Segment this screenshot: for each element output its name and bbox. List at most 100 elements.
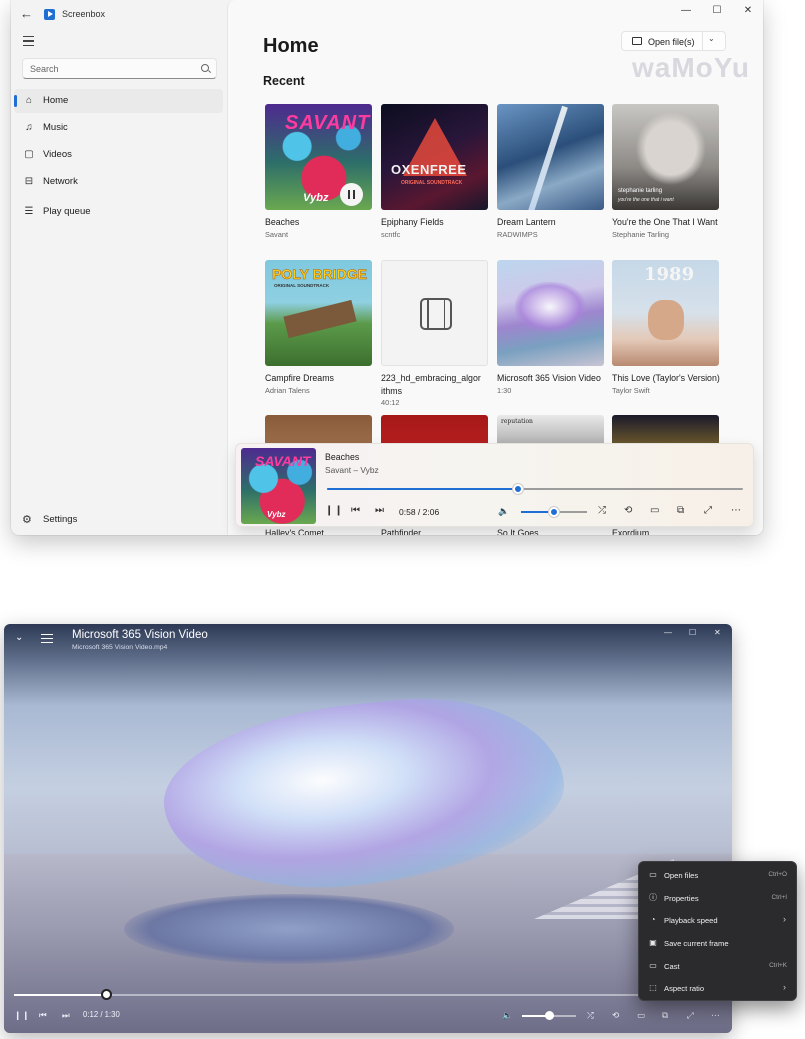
menu-item-label: Save current frame bbox=[664, 939, 729, 949]
album-art bbox=[497, 104, 604, 210]
menu-item-properties[interactable]: ⓘ Properties Ctrl+I bbox=[639, 887, 796, 910]
shuffle-icon[interactable]: ⤮ bbox=[598, 505, 606, 517]
tile-subtitle: 1:30 bbox=[497, 385, 512, 395]
album-art: SAVANT Vybz bbox=[265, 104, 372, 210]
chevron-right-icon: › bbox=[783, 982, 786, 993]
media-tile[interactable]: POLY BRIDGE ORIGINAL SOUNDTRACK Campfire… bbox=[265, 260, 373, 396]
shuffle-icon[interactable]: ⤮ bbox=[587, 1010, 594, 1021]
art-sub-text: ORIGINAL SOUNDTRACK bbox=[401, 180, 463, 186]
sidebar-item-network[interactable]: ⊟ Network bbox=[14, 170, 223, 194]
media-tile[interactable]: 1989 This Love (Taylor's Version) Taylor… bbox=[612, 260, 720, 396]
menu-item-open-files[interactable]: ▭ Open files Ctrl+O bbox=[639, 864, 796, 887]
pause-overlay-icon[interactable] bbox=[340, 183, 363, 206]
seek-bar[interactable] bbox=[327, 484, 743, 494]
now-playing-title: Beaches bbox=[325, 452, 360, 462]
miniplayer-icon[interactable]: ▭ bbox=[650, 505, 659, 517]
art-logo-text: SAVANT bbox=[285, 112, 371, 134]
video-thumbnail bbox=[497, 260, 604, 366]
chevron-down-icon[interactable]: ⌄ bbox=[15, 632, 23, 643]
album-art: stephanie tarling you're the one that i … bbox=[612, 104, 719, 210]
sidebar-item-play-queue[interactable]: ☰ Play queue bbox=[14, 200, 223, 224]
video-playback-time: 0:12 / 1:30 bbox=[83, 1010, 120, 1019]
minimize-icon[interactable]: — bbox=[664, 628, 672, 637]
fullscreen-icon[interactable]: ⤢ bbox=[704, 505, 712, 517]
repeat-off-icon[interactable]: ⟲ bbox=[624, 505, 632, 517]
close-icon[interactable]: ✕ bbox=[714, 628, 721, 637]
art-logo-text: Vybz bbox=[303, 192, 329, 204]
screenbox-window: ← Screenbox ⌂ Home ♫ Music ▢ Videos ⊟ Ne… bbox=[11, 0, 763, 535]
back-arrow-icon[interactable]: ← bbox=[20, 6, 36, 22]
video-volume-slider[interactable] bbox=[522, 1011, 576, 1020]
tile-title: Pathfinder bbox=[381, 528, 422, 535]
more-options-icon[interactable]: ⋯ bbox=[731, 505, 741, 517]
media-tile[interactable]: stephanie tarling you're the one that i … bbox=[612, 104, 720, 240]
compact-overlay-icon[interactable]: ⧉ bbox=[677, 505, 684, 517]
video-filename: Microsoft 365 Vision Video.mp4 bbox=[72, 644, 168, 651]
cast-icon: ▭ bbox=[649, 960, 657, 970]
video-placeholder bbox=[381, 260, 488, 366]
now-playing-art[interactable]: SAVANT Vybz bbox=[241, 448, 316, 524]
playlist-icon[interactable] bbox=[41, 634, 53, 646]
pause-icon[interactable]: ❙❙ bbox=[325, 505, 344, 517]
maximize-icon[interactable]: ☐ bbox=[689, 628, 696, 637]
more-options-icon[interactable]: ⋯ bbox=[711, 1010, 720, 1021]
menu-item-save-frame[interactable]: ▣ Save current frame bbox=[639, 932, 796, 955]
tile-subtitle: 40:12 bbox=[381, 398, 400, 407]
menu-item-cast[interactable]: ▭ Cast Ctrl+K bbox=[639, 955, 796, 978]
menu-item-label: Aspect ratio bbox=[664, 984, 705, 994]
fullscreen-icon[interactable]: ⤢ bbox=[687, 1010, 694, 1021]
media-tile[interactable]: 223_hd_embracing_algorithms 40:12 bbox=[381, 260, 489, 408]
video-seek-bar[interactable] bbox=[14, 989, 722, 1000]
compact-overlay-icon[interactable]: ⧉ bbox=[662, 1010, 668, 1021]
search-icon[interactable] bbox=[201, 64, 209, 72]
media-tile[interactable]: Dream Lantern RADWIMPS bbox=[497, 104, 605, 240]
close-icon[interactable]: ✕ bbox=[733, 3, 763, 19]
open-files-button[interactable]: Open file(s) ⌄ bbox=[621, 31, 726, 51]
volume-slider[interactable] bbox=[521, 507, 587, 517]
chevron-down-icon[interactable]: ⌄ bbox=[708, 34, 715, 43]
volume-icon[interactable]: 🔈 bbox=[498, 505, 509, 517]
video-icon: ▢ bbox=[24, 149, 34, 160]
sidebar-item-music[interactable]: ♫ Music bbox=[14, 116, 223, 140]
menu-item-playback-speed[interactable]: ◔ Playback speed › bbox=[639, 909, 796, 932]
video-volume-thumb[interactable] bbox=[545, 1011, 554, 1020]
sidebar-item-home[interactable]: ⌂ Home bbox=[14, 89, 223, 113]
art-sub-text: you're the one that i want bbox=[618, 197, 674, 203]
hamburger-menu-icon[interactable] bbox=[23, 36, 34, 49]
next-icon[interactable]: ⏭ bbox=[375, 505, 384, 517]
volume-thumb[interactable] bbox=[549, 507, 559, 517]
repeat-off-icon[interactable]: ⟲ bbox=[612, 1010, 619, 1021]
volume-icon[interactable]: 🔈 bbox=[502, 1010, 513, 1021]
miniplayer-icon[interactable]: ▭ bbox=[637, 1010, 645, 1021]
media-tile[interactable]: Microsoft 365 Vision Video 1:30 bbox=[497, 260, 605, 396]
menu-item-accelerator: Ctrl+O bbox=[768, 871, 787, 878]
art-logo-text: 1989 bbox=[644, 264, 695, 285]
tile-title: You're the One That I Want bbox=[612, 217, 718, 227]
folder-icon: ▭ bbox=[649, 870, 657, 879]
search-input[interactable] bbox=[23, 59, 183, 79]
gear-icon: ⚙ bbox=[22, 514, 32, 526]
sidebar-item-videos[interactable]: ▢ Videos bbox=[14, 143, 223, 167]
maximize-icon[interactable]: ☐ bbox=[702, 3, 732, 19]
minimize-icon[interactable]: — bbox=[671, 3, 701, 19]
comet-streak bbox=[528, 105, 568, 210]
art-logo-text: SAVANT bbox=[255, 453, 311, 469]
search-box[interactable] bbox=[22, 58, 217, 79]
previous-icon[interactable]: ⏮ bbox=[351, 505, 360, 517]
sidebar: ← Screenbox ⌂ Home ♫ Music ▢ Videos ⊟ Ne… bbox=[11, 0, 227, 535]
art-logo-text: reputation bbox=[501, 418, 533, 425]
previous-icon[interactable]: ⏮ bbox=[39, 1010, 47, 1021]
network-icon: ⊟ bbox=[24, 176, 34, 187]
section-title-recent: Recent bbox=[263, 74, 305, 88]
tile-title: Epiphany Fields bbox=[381, 217, 444, 227]
next-icon[interactable]: ⏭ bbox=[62, 1010, 70, 1021]
tile-subtitle: Adrian Talens bbox=[265, 385, 310, 395]
video-frame-lake bbox=[124, 894, 454, 964]
media-tile[interactable]: SAVANT Vybz Beaches Savant bbox=[265, 104, 373, 240]
video-seek-thumb[interactable] bbox=[101, 989, 113, 1000]
art-logo-text: Vybz bbox=[267, 510, 286, 519]
pause-icon[interactable]: ❙❙ bbox=[14, 1010, 30, 1021]
media-tile[interactable]: OXENFREE ORIGINAL SOUNDTRACK Epiphany Fi… bbox=[381, 104, 489, 240]
seek-thumb[interactable] bbox=[513, 484, 524, 494]
menu-item-aspect-ratio[interactable]: ⬚ Aspect ratio › bbox=[639, 977, 796, 1000]
